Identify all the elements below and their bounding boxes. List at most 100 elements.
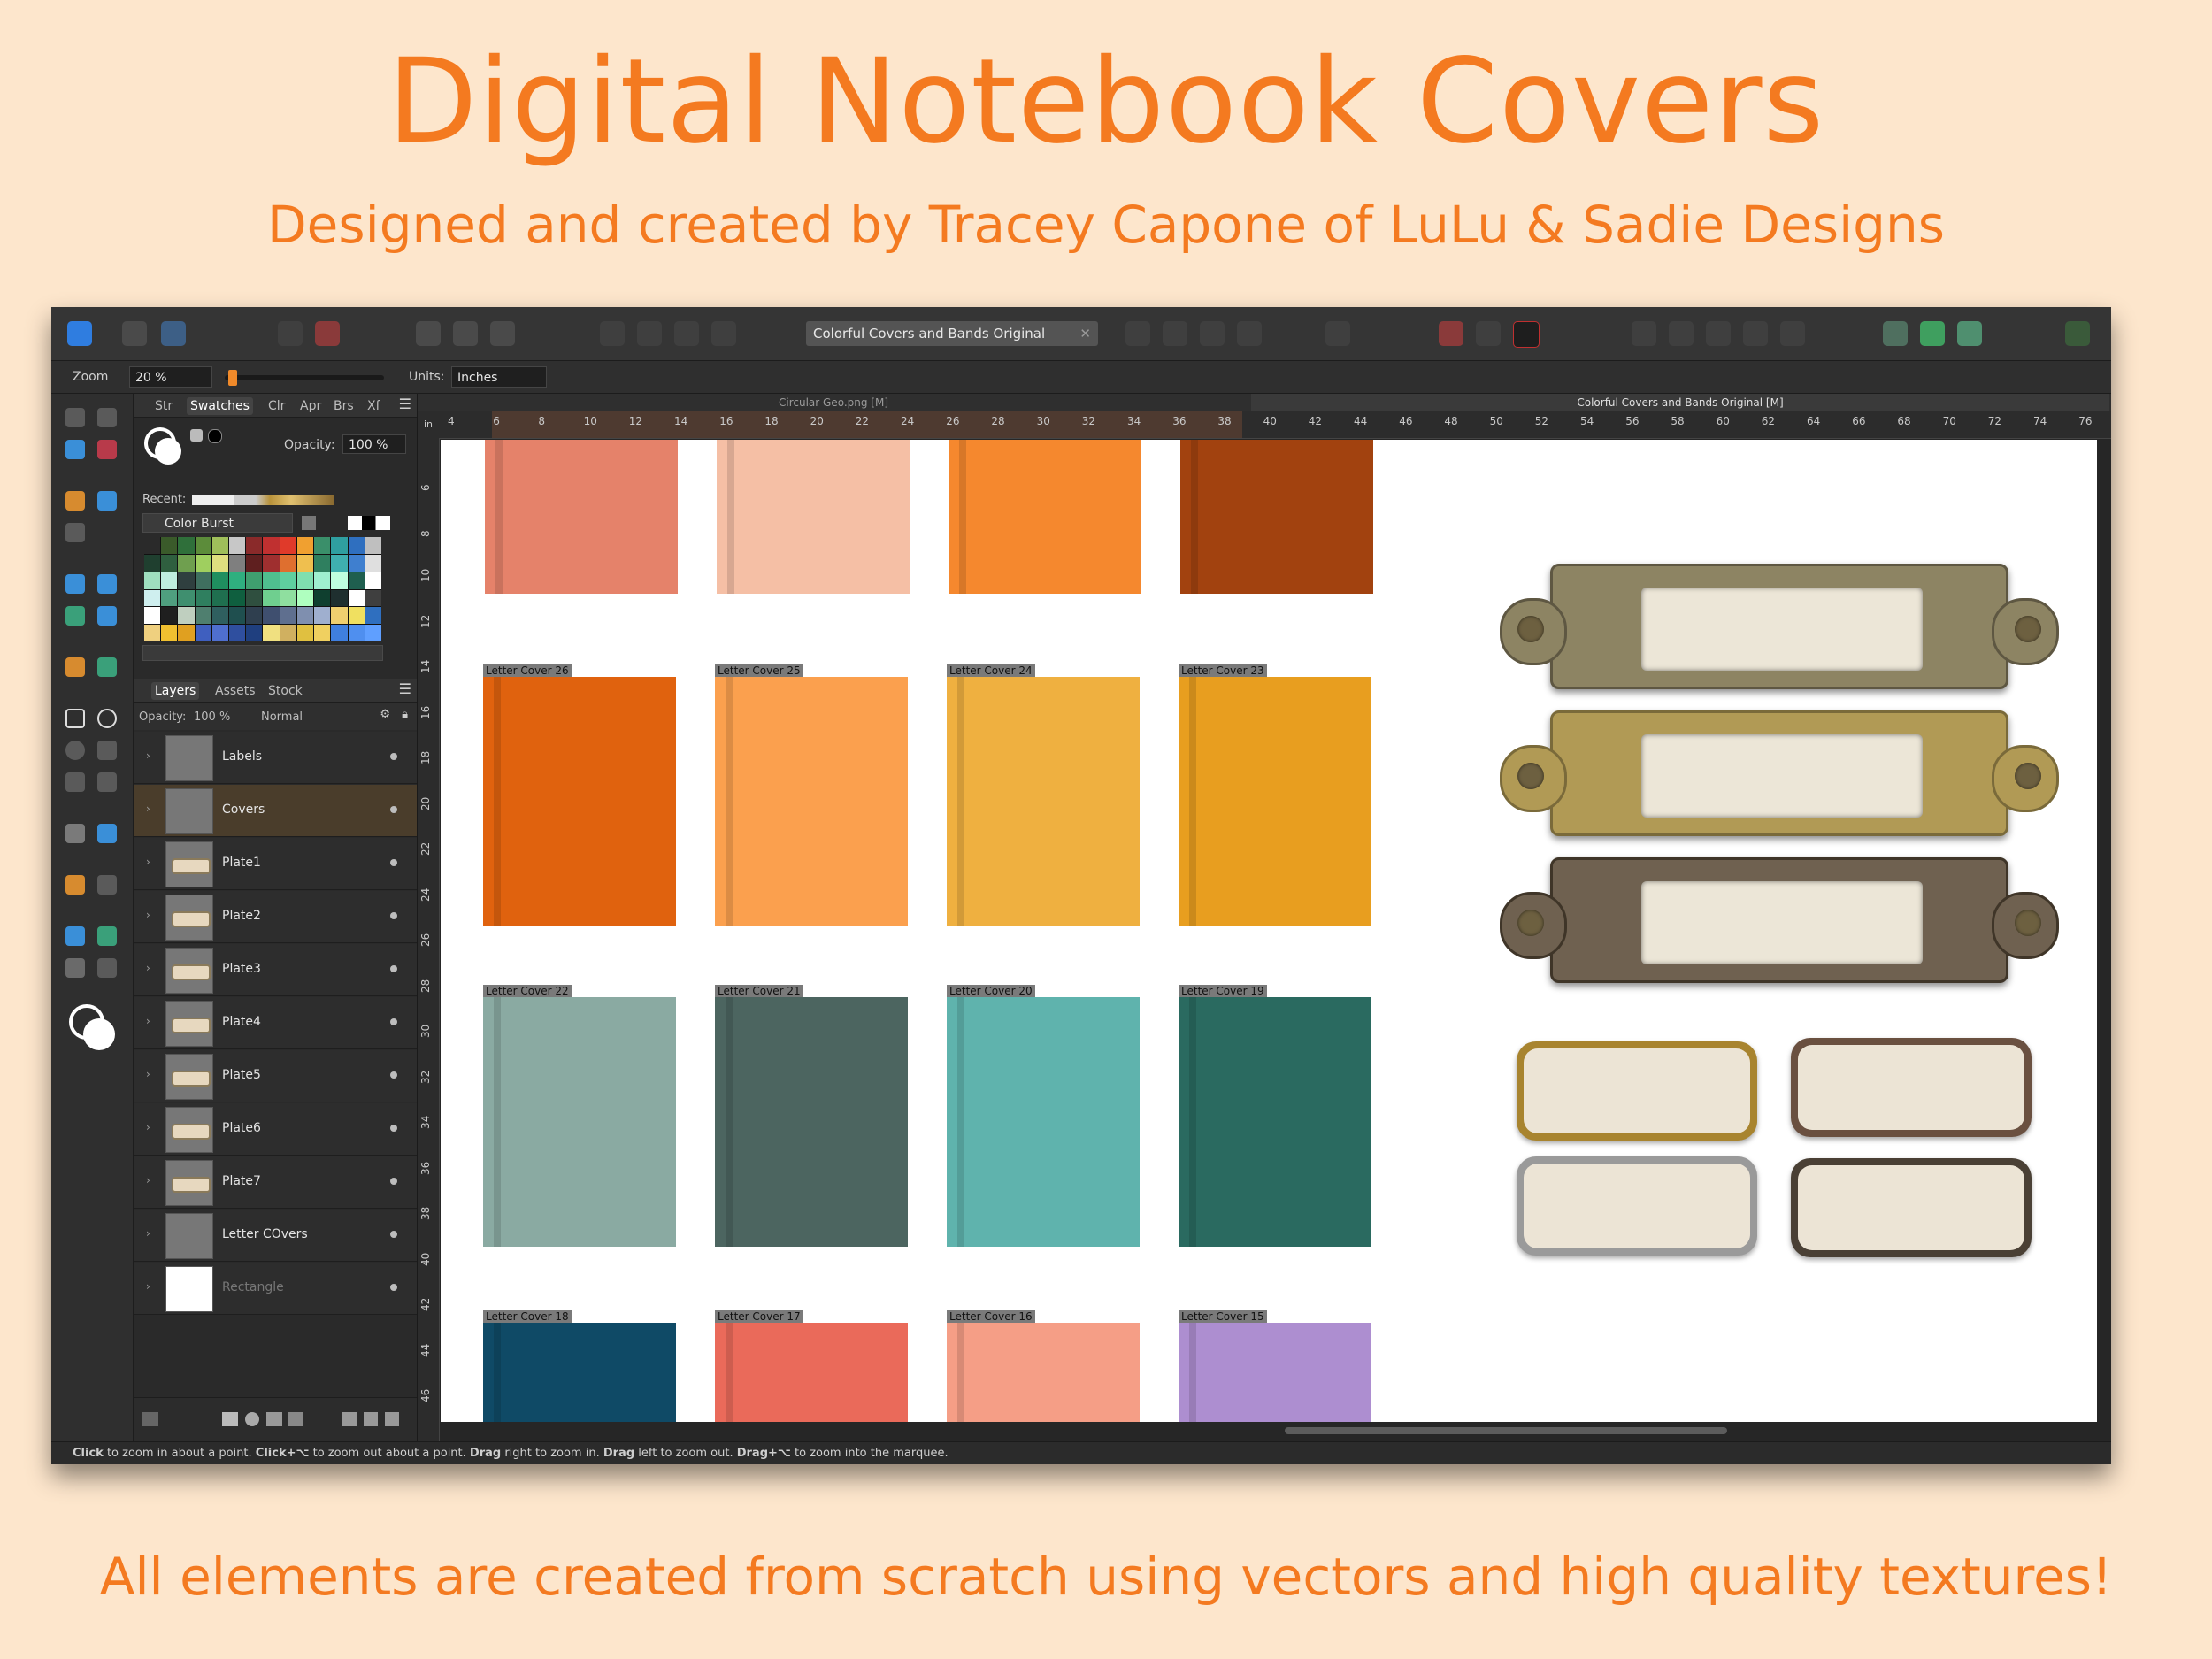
layer-row[interactable]: › Covers: [134, 785, 417, 837]
swatch-cell[interactable]: [161, 589, 178, 607]
swatch-cell[interactable]: [348, 589, 365, 607]
layer-row[interactable]: › Plate2: [134, 891, 417, 943]
boolean-intersect-icon[interactable]: [1706, 321, 1731, 346]
layer-visibility-icon[interactable]: [390, 965, 397, 972]
flip-horizontal-icon[interactable]: [1125, 321, 1150, 346]
select-frame-icon[interactable]: [416, 321, 441, 346]
swatch-cell[interactable]: [280, 537, 296, 554]
mini-swatches[interactable]: [348, 516, 390, 530]
layer-visibility-icon[interactable]: [390, 806, 397, 813]
tab-circular-geo[interactable]: Circular Geo.png [M]: [418, 394, 1249, 411]
swatch-cell[interactable]: [263, 625, 280, 641]
swatch-cell[interactable]: [246, 554, 263, 572]
color-picker-tool-icon[interactable]: [97, 606, 117, 626]
artistic-text-tool-icon[interactable]: [97, 824, 117, 843]
swatch-cell[interactable]: [161, 537, 178, 554]
delete-layer-icon[interactable]: [385, 1412, 399, 1426]
swatch-cell[interactable]: [331, 554, 348, 572]
swatch-cell[interactable]: [195, 589, 211, 607]
settings-icon[interactable]: [278, 321, 303, 346]
swatch-cell[interactable]: [348, 537, 365, 554]
cover-swatch[interactable]: [717, 440, 910, 594]
swatch-cell[interactable]: [365, 589, 381, 607]
layer-row[interactable]: › Plate3: [134, 944, 417, 996]
swatch-cell[interactable]: [195, 607, 211, 625]
swatch-cell[interactable]: [348, 554, 365, 572]
cog-tool-icon[interactable]: [97, 741, 117, 760]
teardrop-tool-icon[interactable]: [97, 772, 117, 792]
document-title-tab[interactable]: Colorful Covers and Bands Original ✕: [806, 321, 1098, 346]
magnet-icon[interactable]: [1513, 321, 1540, 348]
rotate-right-icon[interactable]: [1237, 321, 1262, 346]
layer-row[interactable]: › Plate4: [134, 997, 417, 1049]
fx-icon[interactable]: [266, 1412, 282, 1426]
swatch-cell[interactable]: [263, 554, 280, 572]
transform-icon[interactable]: [490, 321, 515, 346]
arrange-back-icon[interactable]: [711, 321, 736, 346]
opacity-field[interactable]: 100 %: [342, 434, 406, 454]
cover-swatch[interactable]: [715, 677, 908, 926]
select-all-icon[interactable]: [453, 321, 478, 346]
swatch-cell[interactable]: [280, 554, 296, 572]
boolean-divide-icon[interactable]: [1780, 321, 1805, 346]
swatch-cell[interactable]: [263, 607, 280, 625]
account-icon[interactable]: [2065, 321, 2090, 346]
swatch-cell[interactable]: [229, 554, 246, 572]
expand-arrow-icon[interactable]: ›: [146, 1174, 150, 1187]
expand-arrow-icon[interactable]: ›: [146, 1280, 150, 1293]
expand-arrow-icon[interactable]: ›: [146, 803, 150, 815]
swatch-cell[interactable]: [246, 625, 263, 641]
layer-row[interactable]: › Rectangle: [134, 1263, 417, 1315]
move-tool-icon[interactable]: [65, 408, 85, 427]
align-icon[interactable]: [1325, 321, 1350, 346]
swatch-cell[interactable]: [296, 589, 314, 607]
boolean-add-icon[interactable]: [1632, 321, 1656, 346]
tab-layers[interactable]: Layers: [151, 682, 200, 700]
layer-visibility-icon[interactable]: [390, 912, 397, 919]
panel-menu-icon[interactable]: ☰: [399, 396, 411, 412]
swatch-cell[interactable]: [314, 589, 331, 607]
contour-tool-icon[interactable]: [65, 440, 85, 459]
swatch-cell[interactable]: [296, 554, 314, 572]
donut-tool-icon[interactable]: [65, 741, 85, 760]
cover-swatch[interactable]: [1179, 1323, 1371, 1422]
label-plate-small[interactable]: [1791, 1038, 2032, 1137]
units-dropdown[interactable]: Inches: [451, 366, 547, 388]
app-logo-icon[interactable]: [67, 321, 92, 346]
swatch-cell[interactable]: [195, 554, 211, 572]
close-icon[interactable]: ✕: [1079, 321, 1091, 346]
expand-arrow-icon[interactable]: ›: [146, 1227, 150, 1240]
mask-icon[interactable]: [222, 1412, 238, 1426]
gear-red-icon[interactable]: [315, 321, 340, 346]
label-plate-small[interactable]: [1517, 1041, 1757, 1141]
place-image-tool-icon[interactable]: [65, 926, 85, 946]
swatch-cell[interactable]: [365, 572, 381, 589]
swatch-cell[interactable]: [211, 607, 229, 625]
place-tool-icon[interactable]: [65, 606, 85, 626]
swatch-cell[interactable]: [144, 572, 161, 589]
swatch-cell[interactable]: [263, 572, 280, 589]
rectangle-tool-icon[interactable]: [65, 709, 85, 728]
layer-row[interactable]: › Plate6: [134, 1103, 417, 1156]
assistant-icon[interactable]: [1883, 321, 1908, 346]
label-plate-large[interactable]: [1500, 857, 2059, 983]
layer-visibility-icon[interactable]: [390, 1178, 397, 1185]
swatch-cell[interactable]: [246, 607, 263, 625]
expand-arrow-icon[interactable]: ›: [146, 962, 150, 974]
live-filter-icon[interactable]: [288, 1412, 303, 1426]
cover-swatch[interactable]: [483, 1323, 676, 1422]
slice-tool-icon[interactable]: [97, 926, 117, 946]
swatch-cell[interactable]: [296, 572, 314, 589]
swatch-cell[interactable]: [144, 537, 161, 554]
swatch-cell[interactable]: [280, 572, 296, 589]
swatch-cell[interactable]: [314, 554, 331, 572]
expand-arrow-icon[interactable]: ›: [146, 1068, 150, 1080]
layer-row[interactable]: › Labels: [134, 732, 417, 784]
black-swatch-icon[interactable]: [208, 429, 222, 443]
swatch-cell[interactable]: [195, 625, 211, 641]
tab-swatches[interactable]: Swatches: [187, 397, 253, 415]
swatch-cell[interactable]: [211, 537, 229, 554]
arrange-backward-icon[interactable]: [674, 321, 699, 346]
ellipse-tool-icon[interactable]: [97, 709, 117, 728]
tab-appearance[interactable]: Apr: [296, 397, 325, 415]
